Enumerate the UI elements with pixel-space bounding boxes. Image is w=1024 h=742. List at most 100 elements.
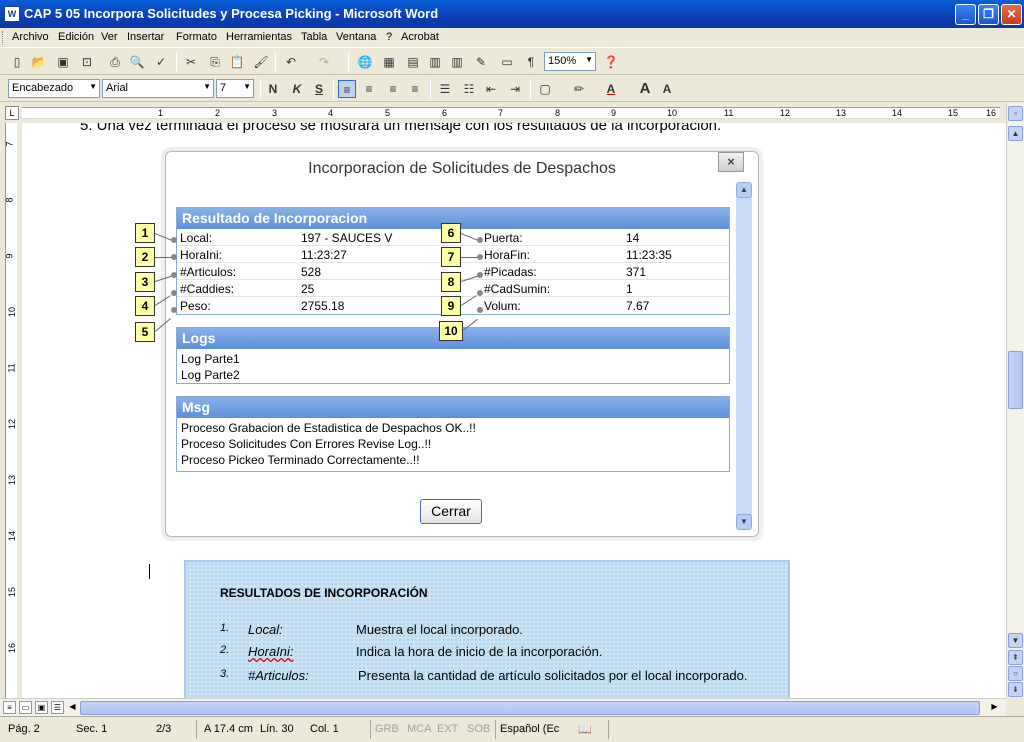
align-left-icon[interactable]: ≡ — [338, 80, 356, 98]
highlight-icon[interactable]: ✏ — [570, 80, 588, 98]
scrollbar-thumb[interactable] — [1008, 351, 1023, 409]
align-center-icon[interactable]: ≡ — [360, 80, 378, 98]
menu-archivo[interactable]: Archivo — [12, 31, 49, 43]
minimize-button[interactable]: _ — [955, 4, 976, 25]
open-folder-icon[interactable]: 📂 — [30, 53, 48, 71]
cerrar-button[interactable]: Cerrar — [420, 499, 482, 524]
underline-button[interactable]: S — [310, 80, 328, 98]
vertical-scrollbar[interactable]: ▫ ▲ ▼ ⇞ ○ ⇟ — [1006, 103, 1024, 698]
next-page-icon[interactable]: ⇟ — [1008, 682, 1023, 697]
save-icon[interactable]: ▣ — [54, 53, 72, 71]
menu-tabla[interactable]: Tabla — [301, 31, 327, 43]
browse-object-icon[interactable]: ○ — [1008, 666, 1023, 681]
previous-page-icon[interactable]: ⇞ — [1008, 650, 1023, 665]
spelling-icon[interactable]: ✓ — [152, 53, 170, 71]
toolbar-grip[interactable] — [2, 31, 5, 45]
scroll-left-icon[interactable]: ◀ — [66, 701, 79, 714]
hyperlink-icon[interactable]: 🌐 — [356, 53, 374, 71]
menu-insertar[interactable]: Insertar — [127, 31, 164, 43]
align-right-icon[interactable]: ≡ — [384, 80, 402, 98]
scroll-right-icon[interactable]: ▶ — [988, 701, 1001, 714]
insert-excel-icon[interactable]: ▥ — [426, 53, 444, 71]
tables-borders-icon[interactable]: ▦ — [380, 53, 398, 71]
menu-help[interactable]: ? — [386, 31, 392, 43]
scroll-up-icon[interactable]: ▲ — [1008, 126, 1023, 141]
status-line: Lín. 30 — [260, 723, 294, 735]
italic-button[interactable]: K — [288, 80, 306, 98]
undo-icon[interactable]: ↶ — [282, 53, 300, 71]
bullets-icon[interactable]: ☷ — [460, 80, 478, 98]
columns-icon[interactable]: ▥ — [448, 53, 466, 71]
list-item[interactable]: Log Parte2 — [177, 367, 729, 383]
cadsumin-label: #CadSumin: — [484, 282, 551, 296]
insert-table-icon[interactable]: ▤ — [404, 53, 422, 71]
permission-icon[interactable]: ⊡ — [78, 53, 96, 71]
zoom-value: 150% — [548, 55, 577, 67]
shrink-font-icon[interactable]: A — [658, 80, 676, 98]
new-document-icon[interactable]: ▯ — [8, 53, 26, 71]
status-sob[interactable]: SOB — [467, 723, 490, 735]
copy-icon[interactable]: ⎘ — [206, 53, 224, 71]
menu-herramientas[interactable]: Herramientas — [226, 31, 292, 43]
show-hide-icon[interactable]: ¶ — [522, 53, 540, 71]
print-layout-icon[interactable]: ▣ — [35, 701, 48, 714]
document-page[interactable]: 5. Una vez terminada el proceso se mostr… — [22, 123, 1006, 698]
menu-ver[interactable]: Ver — [101, 31, 118, 43]
dialog-close-button[interactable]: × — [718, 152, 744, 172]
restore-button[interactable]: ❐ — [978, 4, 999, 25]
drawing-icon[interactable]: ✎ — [472, 53, 490, 71]
menu-acrobat[interactable]: Acrobat — [401, 31, 439, 43]
vruler-mark: 15 — [7, 586, 18, 598]
print-preview-icon[interactable]: 🔍 — [128, 53, 146, 71]
paste-icon[interactable]: 📋 — [228, 53, 246, 71]
print-icon[interactable]: ⎙ — [106, 53, 124, 71]
font-size-select[interactable]: 7 ▼ — [216, 79, 254, 98]
close-window-button[interactable]: ✕ — [1001, 4, 1022, 25]
tab-selector[interactable]: L — [5, 106, 19, 120]
ruler-mark: 16 — [986, 108, 997, 118]
outline-view-icon[interactable]: ☰ — [51, 701, 64, 714]
decrease-indent-icon[interactable]: ⇤ — [482, 80, 500, 98]
scroll-up-icon[interactable]: ▲ — [736, 182, 752, 198]
vruler-mark: 8 — [4, 197, 15, 203]
zoom-select[interactable]: 150% ▼ — [544, 52, 596, 71]
scroll-down-icon[interactable]: ▼ — [1008, 633, 1023, 648]
status-grb[interactable]: GRB — [375, 723, 399, 735]
scrollbar-thumb[interactable] — [80, 701, 980, 715]
results-textbox[interactable]: RESULTADOS DE INCORPORACIÓN 1. Local: Mu… — [184, 560, 790, 698]
web-view-icon[interactable]: ▭ — [19, 701, 32, 714]
increase-indent-icon[interactable]: ⇥ — [506, 80, 524, 98]
help-icon[interactable]: ❓ — [602, 53, 620, 71]
justify-icon[interactable]: ≡ — [406, 80, 424, 98]
document-map-icon[interactable]: ▭ — [498, 53, 516, 71]
standard-toolbar: ▯ 📂 ▣ ⊡ ⎙ 🔍 ✓ ✂ ⎘ 📋 🖌 ↶ ↷ 🌐 ▦ ▤ ▥ ▥ ✎ ▭ … — [0, 49, 1024, 75]
redo-icon[interactable]: ↷ — [315, 53, 333, 71]
borders-icon[interactable]: ▢ — [536, 80, 554, 98]
dialog-scrollbar[interactable]: ▲ ▼ — [736, 182, 752, 530]
vertical-ruler[interactable]: 7 8 9 10 11 12 13 14 15 16 — [0, 123, 22, 698]
list-item[interactable]: Log Parte1 — [177, 349, 729, 367]
normal-view-icon[interactable]: ≡ — [3, 701, 16, 714]
menu-edicion[interactable]: Edición — [58, 31, 94, 43]
grow-font-icon[interactable]: A — [636, 80, 654, 98]
font-color-icon[interactable]: A — [602, 80, 620, 98]
peso-value: 2755.18 — [301, 299, 345, 313]
ruler-strip[interactable]: 1 2 3 4 5 6 7 8 9 10 11 12 13 14 15 16 — [22, 107, 1000, 119]
word-app-icon[interactable]: W — [4, 6, 20, 22]
scroll-down-icon[interactable]: ▼ — [736, 514, 752, 530]
status-language[interactable]: Español (Ec — [500, 723, 559, 735]
status-ext[interactable]: EXT — [437, 723, 458, 735]
format-painter-icon[interactable]: 🖌 — [252, 53, 270, 71]
menu-ventana[interactable]: Ventana — [336, 31, 376, 43]
numbering-icon[interactable]: ☰ — [436, 80, 454, 98]
horizontal-scrollbar[interactable]: ≡ ▭ ▣ ☰ ◀ ▶ — [0, 698, 1006, 716]
style-select[interactable]: Encabezado ▼ — [8, 79, 100, 98]
ruler-toggle-icon[interactable]: ▫ — [1008, 106, 1023, 121]
horizontal-ruler[interactable]: L 1 2 3 4 5 6 7 8 9 10 11 12 13 14 15 16 — [0, 103, 1024, 123]
font-select[interactable]: Arial ▼ — [102, 79, 214, 98]
bold-button[interactable]: N — [264, 80, 282, 98]
menu-formato[interactable]: Formato — [176, 31, 217, 43]
status-mca[interactable]: MCA — [407, 723, 431, 735]
spelling-status-icon[interactable]: 📖 — [578, 723, 592, 736]
cut-icon[interactable]: ✂ — [182, 53, 200, 71]
